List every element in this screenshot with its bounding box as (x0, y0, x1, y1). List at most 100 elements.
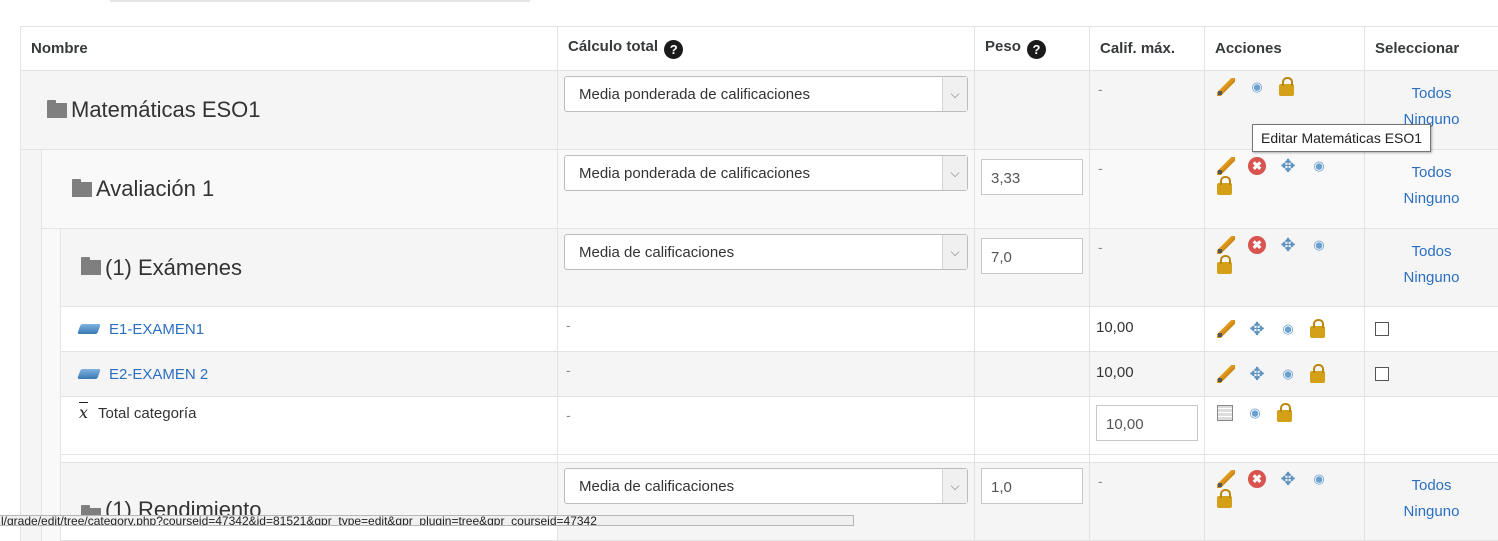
max-grade-cell: 10,00 (1090, 307, 1205, 352)
grade-item-link[interactable]: E2-EXAMEN 2 (109, 366, 208, 383)
weight-input[interactable]: 7,0 (981, 238, 1083, 274)
weight-cell: 1,0 (975, 463, 1090, 541)
select-checkbox[interactable] (1375, 322, 1389, 336)
weight-cell: 7,0 (975, 229, 1090, 307)
select-all-link[interactable]: Todos (1365, 81, 1498, 107)
select-all-link[interactable]: Todos (1365, 160, 1498, 186)
lock-icon[interactable] (1217, 262, 1232, 274)
delete-icon[interactable]: ✖ (1248, 157, 1266, 175)
select-all-link[interactable]: Todos (1365, 239, 1498, 265)
header-calc-total: Cálculo total ? (558, 27, 975, 71)
calc-cell: Media de calificaciones⌵ (558, 229, 975, 307)
delete-icon[interactable]: ✖ (1248, 236, 1266, 254)
name-cell: x Total categoría (21, 397, 558, 455)
lock-icon[interactable] (1279, 84, 1294, 96)
eye-icon[interactable]: ◉ (1279, 365, 1297, 383)
calc-cell: - (558, 352, 975, 397)
category-row: (1) Rendimiento Media de calificaciones⌵… (21, 463, 1498, 541)
actions-cell: ◉ (1205, 397, 1365, 455)
help-icon[interactable]: ? (664, 40, 683, 59)
name-cell: E1-EXAMEN1 (21, 307, 558, 352)
mean-x-icon: x (79, 403, 88, 422)
edit-pencil-icon[interactable] (1217, 365, 1235, 383)
move-icon[interactable]: ✥ (1279, 236, 1297, 254)
eye-icon[interactable]: ◉ (1279, 320, 1297, 338)
calc-cell: Media ponderada de calificaciones⌵ (558, 150, 975, 229)
chevron-down-icon: ⌵ (942, 469, 967, 503)
edit-pencil-icon[interactable] (1217, 470, 1235, 488)
max-grade-cell: 10,00 (1090, 397, 1205, 455)
lock-icon[interactable] (1310, 371, 1325, 383)
total-label: Total categoría (98, 405, 196, 422)
weight-cell (975, 397, 1090, 455)
grade-item-row: E1-EXAMEN1 - 10,00 ✥◉ (21, 307, 1498, 352)
weight-input[interactable]: 3,33 (981, 159, 1083, 195)
select-checkbox[interactable] (1375, 367, 1389, 381)
move-icon[interactable]: ✥ (1248, 320, 1266, 338)
weight-cell: 3,33 (975, 150, 1090, 229)
weight-cell (975, 352, 1090, 397)
assignment-icon (77, 369, 101, 379)
grade-item-link[interactable]: E1-EXAMEN1 (109, 321, 204, 338)
actions-cell: ✖ ✥ ◉ (1205, 150, 1365, 229)
select-cell (1365, 397, 1498, 455)
aggregation-select[interactable]: Media de calificaciones⌵ (564, 468, 968, 504)
max-grade-cell: - (1090, 463, 1205, 541)
eye-icon[interactable]: ◉ (1310, 470, 1328, 488)
eye-icon[interactable]: ◉ (1310, 236, 1328, 254)
header-max-grade: Calif. máx. (1090, 27, 1205, 71)
chevron-down-icon: ⌵ (942, 156, 967, 190)
name-cell: Matemáticas ESO1 (21, 71, 558, 150)
calc-cell: - (558, 307, 975, 352)
lock-icon[interactable] (1217, 183, 1232, 195)
lock-icon[interactable] (1217, 496, 1232, 508)
edit-tooltip: Editar Matemáticas ESO1 (1252, 124, 1431, 152)
spacer-cell (21, 455, 558, 463)
header-select: Seleccionar (1365, 27, 1498, 71)
weight-input[interactable]: 1,0 (981, 468, 1083, 504)
max-grade-input[interactable]: 10,00 (1096, 405, 1198, 441)
actions-cell: ✖ ✥ ◉ (1205, 463, 1365, 541)
edit-pencil-icon[interactable] (1217, 78, 1235, 96)
aggregation-select[interactable]: Media ponderada de calificaciones⌵ (564, 155, 968, 191)
select-cell: TodosNinguno (1365, 463, 1498, 541)
header-actions: Acciones (1205, 27, 1365, 71)
category-total-row: x Total categoría - 10,00 ◉ (21, 397, 1498, 455)
actions-cell: ✥◉ (1205, 307, 1365, 352)
move-icon[interactable]: ✥ (1248, 365, 1266, 383)
calc-cell: - (558, 397, 975, 455)
lock-icon[interactable] (1277, 410, 1292, 422)
edit-pencil-icon[interactable] (1217, 157, 1235, 175)
aggregation-select[interactable]: Media ponderada de calificaciones⌵ (564, 76, 968, 112)
table-header-row: Nombre Cálculo total ? Peso ? Calif. máx… (21, 27, 1498, 71)
aggregation-select[interactable]: Media de calificaciones⌵ (564, 234, 968, 270)
select-none-link[interactable]: Ninguno (1365, 186, 1498, 212)
lock-icon[interactable] (1310, 326, 1325, 338)
select-cell (1365, 307, 1498, 352)
name-cell: (1) Exámenes (21, 229, 558, 307)
category-name: Avaliación 1 (96, 176, 214, 202)
eye-icon[interactable]: ◉ (1246, 404, 1264, 422)
spacer-row (21, 455, 1498, 463)
name-cell: (1) Rendimiento (21, 463, 558, 541)
move-icon[interactable]: ✥ (1279, 470, 1297, 488)
select-all-link[interactable]: Todos (1365, 473, 1498, 499)
calculator-icon[interactable] (1217, 405, 1233, 421)
header-name: Nombre (21, 27, 558, 71)
eye-icon[interactable]: ◉ (1248, 78, 1266, 96)
top-edge (0, 0, 1498, 6)
select-none-link[interactable]: Ninguno (1365, 499, 1498, 525)
delete-icon[interactable]: ✖ (1248, 470, 1266, 488)
eye-icon[interactable]: ◉ (1310, 157, 1328, 175)
chevron-down-icon: ⌵ (942, 235, 967, 269)
select-none-link[interactable]: Ninguno (1365, 265, 1498, 291)
help-icon[interactable]: ? (1027, 40, 1046, 59)
weight-cell (975, 71, 1090, 150)
edit-pencil-icon[interactable] (1217, 236, 1235, 254)
category-row: Avaliación 1 Media ponderada de califica… (21, 150, 1498, 229)
max-grade-cell: 10,00 (1090, 352, 1205, 397)
calc-cell: Media de calificaciones⌵ (558, 463, 975, 541)
gradebook-setup-table: Nombre Cálculo total ? Peso ? Calif. máx… (20, 26, 1498, 541)
edit-pencil-icon[interactable] (1217, 320, 1235, 338)
move-icon[interactable]: ✥ (1279, 157, 1297, 175)
